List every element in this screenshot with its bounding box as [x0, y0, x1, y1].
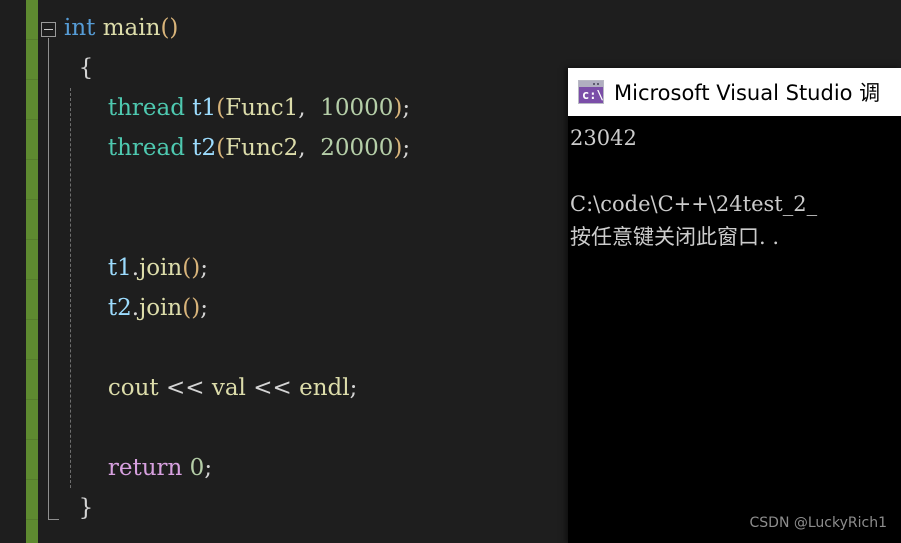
code-token: ; [204, 455, 213, 481]
code-token: cout [107, 375, 159, 401]
code-token: . [131, 295, 140, 321]
console-window[interactable]: c:\ Microsoft Visual Studio 调 23042 C:\c… [568, 68, 901, 543]
icon-prompt-glyph: c:\ [582, 88, 604, 102]
code-token: () [160, 15, 179, 41]
change-bar-segment [26, 280, 38, 320]
code-token: ; [402, 135, 411, 161]
console-output-line: 按任意键关闭此窗口. . [570, 225, 780, 249]
code-token: << [245, 375, 300, 401]
code-token: ; [200, 255, 208, 281]
code-token: int [64, 15, 96, 41]
code-token: Func1 [225, 95, 299, 121]
console-output: 23042 C:\code\C++\24test_2_ 按任意键关闭此窗口. . [568, 116, 901, 254]
code-token: Func2 [225, 135, 299, 161]
code-token: ; [200, 295, 208, 321]
outlining-margin[interactable] [38, 0, 64, 543]
console-title-text: Microsoft Visual Studio 调 [614, 81, 881, 105]
code-token: val [211, 375, 246, 401]
console-output-line: C:\code\C++\24test_2_ [570, 192, 818, 216]
collapse-region-toggle[interactable] [41, 22, 56, 37]
code-token: 0 [189, 455, 205, 481]
change-bar-segment [26, 80, 38, 120]
code-token: 20000 [312, 135, 394, 161]
code-token: 10000 [312, 95, 394, 121]
change-bar-segment [26, 400, 38, 440]
outlining-region-line [48, 38, 49, 520]
code-token: t1 [107, 255, 132, 281]
code-token: () [182, 255, 201, 281]
change-bar-segment [26, 120, 38, 160]
code-token: , [298, 135, 313, 161]
code-token: ; [349, 375, 358, 401]
code-token: . [131, 255, 140, 281]
code-token: return [107, 455, 183, 481]
icon-dot [593, 83, 595, 85]
change-bar-segment [26, 240, 38, 280]
code-token: ( [216, 95, 226, 121]
minus-box-icon [44, 29, 53, 30]
indicator-margin [0, 0, 26, 543]
change-bar-segment [26, 200, 38, 240]
console-title-bar[interactable]: c:\ Microsoft Visual Studio 调 [568, 68, 901, 116]
code-token: { [78, 55, 94, 81]
change-bar-segment [26, 320, 38, 360]
console-output-line: 23042 [570, 126, 637, 150]
change-bar-segment [26, 360, 38, 400]
change-bar-segment [26, 440, 38, 480]
change-tracking-bar [26, 0, 38, 543]
code-token: , [298, 95, 313, 121]
code-token: } [78, 495, 94, 521]
code-token: t2 [192, 135, 217, 161]
code-token: thread [107, 95, 185, 121]
command-prompt-icon: c:\ [578, 80, 604, 104]
change-bar-segment [26, 160, 38, 200]
code-token: << [158, 375, 212, 401]
code-token: t1 [192, 95, 217, 121]
code-token: ; [402, 95, 411, 121]
code-token: join [139, 295, 183, 321]
icon-dot [597, 83, 599, 85]
code-token: t2 [107, 295, 132, 321]
code-token: () [182, 295, 201, 321]
change-bar-segment [26, 480, 38, 520]
change-bar-segment [26, 0, 38, 40]
code-token: thread [107, 135, 185, 161]
watermark-text: CSDN @LuckyRich1 [749, 515, 887, 531]
code-token: endl [299, 375, 350, 401]
code-line[interactable]: int main() [64, 8, 901, 48]
outlining-region-end [48, 519, 59, 520]
code-token: main [102, 15, 161, 41]
code-token: join [139, 255, 183, 281]
change-bar-segment [26, 40, 38, 80]
code-token: ( [216, 135, 226, 161]
